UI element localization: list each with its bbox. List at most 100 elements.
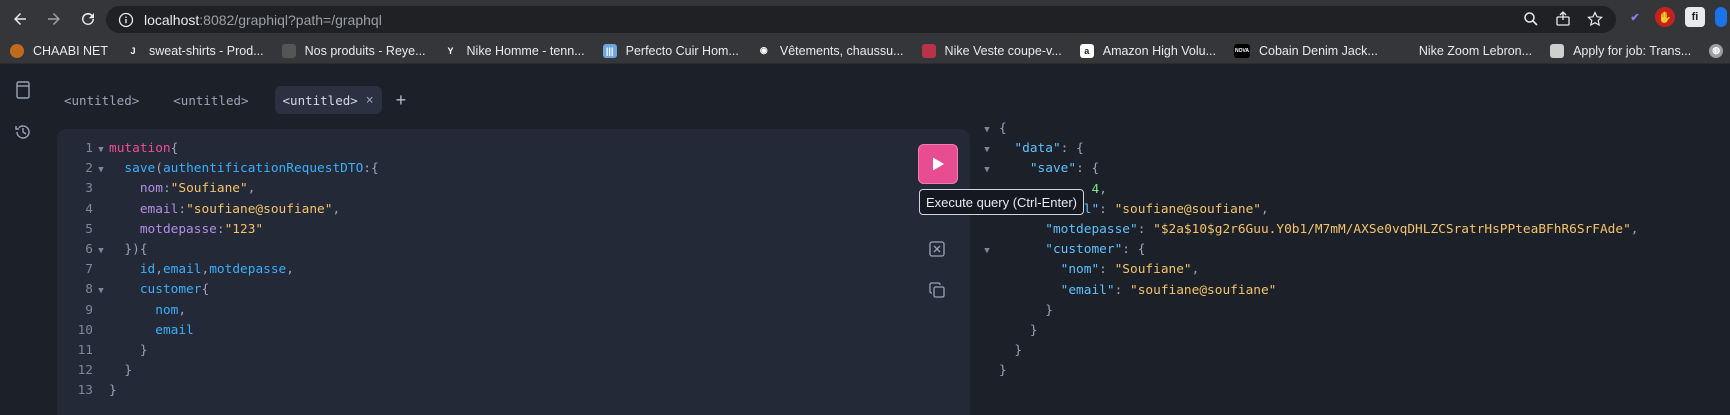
query-code[interactable]: 1 ▼ mutation{ 2 ▼ save(authentificationRequ… [67, 139, 379, 401]
execute-query-button[interactable] [918, 144, 958, 184]
arg-key-email: email [139, 201, 179, 217]
bookmark-item[interactable]: Nike Zoom Lebron... [1386, 39, 1540, 63]
tab-untitled-3[interactable]: <untitled> × [274, 86, 382, 114]
code-line: 9 nom, [67, 301, 379, 321]
fold-arrow-icon[interactable]: ▼ [975, 240, 999, 260]
play-icon [933, 157, 944, 171]
result-viewer[interactable]: ▼{ ▼ "data": { ▼ "save": { "id": 4, "ema… [975, 119, 1730, 415]
doc-icon [1550, 43, 1565, 58]
y-icon: Y [447, 45, 454, 56]
sidebar [0, 65, 48, 415]
history-icon[interactable] [12, 121, 34, 143]
info-icon[interactable] [118, 12, 134, 28]
bookmark-label: Cobain Denim Jack... [1259, 43, 1378, 58]
brace: } [139, 342, 148, 358]
extension-box-icon[interactable]: fi [1685, 7, 1705, 27]
result-line: ▼{ [975, 119, 1730, 139]
bookmark-item[interactable]: Nike Veste coupe-v... [912, 39, 1070, 63]
fold-arrow-icon[interactable]: ▼ [93, 280, 109, 300]
bookmark-item[interactable]: a Amazon High Volu... [1070, 39, 1224, 63]
line-number: 13 [77, 383, 93, 399]
arrow-right-icon [48, 13, 60, 25]
brace: } [109, 383, 117, 399]
add-tab-button[interactable]: + [396, 90, 407, 111]
json-key-customer-email: "email" [1060, 282, 1115, 298]
bookmark-label: Perfecto Cuir Hom... [625, 43, 739, 58]
field-id: id [139, 262, 156, 278]
brace: } [1014, 343, 1023, 359]
brace: } [999, 363, 1007, 379]
code-line: 1 ▼ mutation{ [67, 139, 379, 159]
code-line: 13} [67, 381, 379, 401]
bookmark-label: sweat-shirts - Prod... [149, 43, 264, 58]
reload-button[interactable] [72, 3, 104, 35]
star-icon[interactable] [1586, 10, 1604, 28]
line-number: 7 [85, 262, 93, 278]
forward-button[interactable] [38, 3, 70, 35]
field-email: email [162, 262, 202, 278]
bookmark-item[interactable]: ||| Perfecto Cuir Hom... [593, 39, 747, 63]
code-line: 5 motdepasse:"123" [67, 220, 379, 240]
bookmark-item[interactable]: NOVA Cobain Denim Jack... [1224, 39, 1386, 63]
bookmark-label: Vêtements, chaussu... [779, 43, 904, 58]
prettify-icon[interactable] [926, 238, 948, 260]
json-key-customer: "customer" [1045, 242, 1123, 258]
fold-arrow-icon[interactable]: ▼ [975, 159, 999, 179]
bookmark-item[interactable]: CHAABI NET [0, 39, 116, 63]
query-editor[interactable]: 1 ▼ mutation{ 2 ▼ save(authentificationRequ… [57, 129, 970, 415]
fold-arrow-icon[interactable]: ▼ [975, 139, 999, 159]
brace: :{ [363, 161, 379, 177]
code-line: 8 ▼ customer{ [67, 280, 379, 300]
zoom-icon[interactable] [1522, 10, 1540, 28]
blank-icon [1395, 43, 1410, 58]
address-bar[interactable]: localhost:8082/graphiql?path=/graphql [106, 6, 1616, 33]
brace: { [170, 141, 179, 156]
chaabi-icon [10, 43, 24, 58]
result-line: } [975, 321, 1730, 341]
extension-hand-icon[interactable]: ✋ [1655, 7, 1675, 27]
bookmark-item[interactable]: ◍exercicesPOO.p [1699, 39, 1730, 63]
brace: } [1029, 322, 1038, 338]
browser-toolbar: localhost:8082/graphiql?path=/graphql ✔ … [0, 0, 1730, 38]
code-line: 11 } [67, 341, 379, 361]
bookmark-item[interactable]: ◉ Vêtements, chaussu... [747, 39, 912, 63]
fold-arrow-icon[interactable]: ▼ [93, 159, 109, 179]
line-number: 9 [85, 302, 93, 318]
bookmark-label: Nike Homme - tenn... [466, 43, 585, 58]
keyword-mutation: mutation [109, 141, 171, 156]
field-customer: customer [139, 282, 202, 298]
bookmark-item[interactable]: Jsweat-shirts - Prod... [116, 39, 272, 63]
brace: } [1045, 302, 1053, 318]
url-host: localhost [144, 11, 200, 28]
json-value-email: "soufiane@soufiane" [1114, 201, 1261, 217]
share-icon[interactable] [1554, 10, 1572, 28]
bookmark-item[interactable]: Y Nike Homme - tenn... [434, 39, 593, 63]
fold-arrow-icon[interactable]: ▼ [93, 139, 109, 159]
extension-check-icon[interactable]: ✔ [1625, 7, 1645, 27]
json-key-save: "save" [1029, 161, 1077, 177]
result-line: "email": "soufiane@soufiane" [1060, 282, 1277, 298]
docs-icon[interactable] [12, 79, 34, 101]
tab-untitled-1[interactable]: <untitled> [56, 86, 147, 114]
globe-icon: ◍ [1709, 43, 1724, 58]
tab-close-icon[interactable]: × [366, 93, 374, 108]
code-line: 12 } [67, 361, 379, 381]
profile-avatar-icon[interactable] [1715, 7, 1727, 27]
reload-icon [82, 12, 94, 25]
fold-arrow-icon[interactable]: ▼ [975, 119, 999, 139]
code-line: 10 email [67, 321, 379, 341]
fold-arrow-icon[interactable]: ▼ [93, 240, 109, 260]
result-line: } [975, 301, 1730, 321]
code-line: 3 nom:"Soufiane", [67, 179, 379, 199]
bookmark-item[interactable]: Nos produits - Reye... [272, 39, 434, 63]
tab-untitled-2[interactable]: <untitled> [165, 86, 256, 114]
bookmark-label: Nike Zoom Lebron... [1418, 43, 1533, 58]
bookmark-item[interactable]: Apply for job: Trans... [1540, 39, 1699, 63]
back-button[interactable] [4, 3, 36, 35]
copy-icon[interactable] [926, 279, 948, 301]
brace: }){ [124, 241, 148, 257]
json-value-motdepasse: "$2a$10$g2r6Guu.Y0b1/M7mM/AXSe0vqDHLZCSr… [1153, 221, 1631, 237]
bars-icon: ||| [602, 43, 617, 58]
tab-bar: <untitled> <untitled> <untitled> × + [56, 85, 406, 115]
url-text[interactable]: localhost:8082/graphiql?path=/graphql [144, 12, 382, 28]
